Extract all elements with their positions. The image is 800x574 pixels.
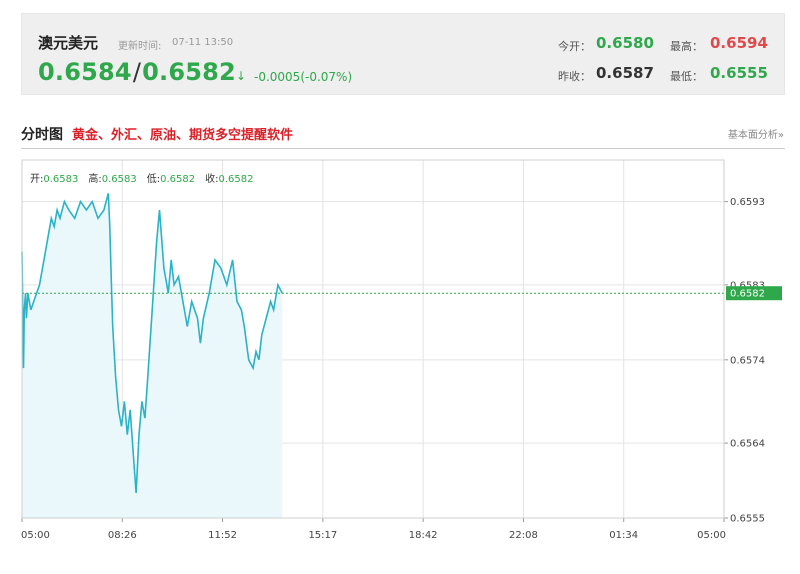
current-price-label: 0.6582	[726, 286, 782, 301]
y-axis-ticks: 0.65930.65830.65740.65640.6555	[724, 197, 765, 525]
ohlc-high: 0.6583	[101, 174, 137, 185]
ohlc-open: 0.6583	[43, 174, 79, 185]
ohlc-readout: 开:0.6583 高:0.6583 低:0.6582 收:0.6582	[30, 170, 254, 185]
x-tick-label: 05:00	[21, 530, 50, 541]
ohlc-low-label: 低:	[146, 174, 161, 185]
y-tick-label: 0.6555	[730, 514, 765, 525]
x-tick-label: 22:08	[509, 530, 538, 541]
ohlc-open-label: 开:	[30, 174, 44, 185]
x-tick-label: 15:17	[308, 530, 337, 541]
x-axis-ticks: 05:00 08:26 11:52 15:17 18:42 22:08 01:34 05:00	[21, 518, 726, 541]
intraday-chart[interactable]: 0.6593 0.6583 0.6574 0.6564 0.6555 05:00 08:2…	[0, 0, 800, 574]
price-area-fill	[22, 193, 283, 519]
current-price-text: 0.6582	[730, 289, 765, 300]
x-tick-label: 01:34	[609, 530, 638, 541]
ohlc-close: 0.6582	[218, 174, 254, 185]
y-tick-label: 0.6574	[730, 355, 765, 366]
ohlc-high-label: 高:	[88, 174, 102, 185]
ohlc-close-label: 收:	[205, 174, 219, 185]
x-tick-label: 11:52	[208, 530, 237, 541]
ohlc-low: 0.6582	[160, 174, 196, 185]
y-tick-label: 0.6593	[730, 197, 765, 208]
x-tick-label: 18:42	[409, 530, 438, 541]
x-tick-label: 05:00	[697, 530, 726, 541]
y-tick-label: 0.6564	[730, 439, 765, 450]
x-tick-label: 08:26	[108, 530, 137, 541]
